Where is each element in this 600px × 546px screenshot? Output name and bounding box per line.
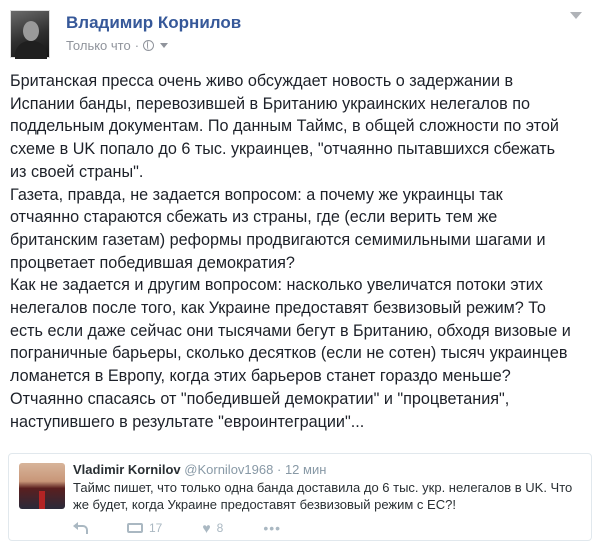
- reply-icon: [73, 522, 88, 534]
- tweet-handle[interactable]: @Kornilov1968: [184, 462, 273, 477]
- reply-button[interactable]: [73, 522, 88, 534]
- post-line: наступившего в результате "евроинтеграци…: [10, 412, 365, 431]
- post-line: Отчаянно спасаясь от "победившей демокра…: [10, 389, 510, 408]
- avatar-face: [23, 21, 39, 41]
- post-line: Британская пресса очень живо обсуждает н…: [10, 72, 514, 90]
- post-meta: Только что ·: [66, 38, 169, 53]
- avatar-shoulders: [15, 41, 47, 59]
- post-line: есть если даже сейчас они тысячами бегут…: [10, 321, 571, 340]
- post-line: процветает победившая демократия?: [10, 253, 295, 272]
- post-options-chevron-icon[interactable]: [568, 12, 584, 22]
- post-line: нелегалов после того, как Украине предос…: [10, 299, 546, 318]
- tweet-avatar[interactable]: [19, 463, 65, 509]
- caret-down-icon[interactable]: [160, 43, 169, 48]
- retweet-icon: [127, 523, 143, 533]
- post-line: ломанется в Европу, когда этих барьеров …: [10, 367, 511, 386]
- heart-icon: ♥: [202, 520, 211, 536]
- globe-icon[interactable]: [143, 40, 155, 51]
- embedded-tweet[interactable]: Vladimir Kornilov @Kornilov1968 · 12 мин…: [8, 453, 592, 541]
- retweet-button[interactable]: 17: [127, 521, 162, 535]
- like-button[interactable]: ♥ 8: [202, 521, 223, 535]
- tweet-actions: 17 ♥ 8 •••: [73, 520, 321, 536]
- author-name[interactable]: Владимир Корнилов: [66, 13, 241, 33]
- post-line: поддельным документам. По данным Таймс, …: [10, 117, 559, 136]
- author-avatar[interactable]: [10, 10, 50, 59]
- post-line: британским газетам) реформы продвигаются…: [10, 230, 546, 249]
- post-line: Газета, правда, не задается вопросом: а …: [10, 185, 503, 204]
- post-line: схеме в UK попало до 6 тыс. украинцев, "…: [10, 140, 556, 159]
- tweet-separator: ·: [276, 462, 282, 477]
- meta-separator: ·: [134, 38, 140, 53]
- tweet-author-line: Vladimir Kornilov @Kornilov1968 · 12 мин: [73, 462, 326, 477]
- more-icon: •••: [263, 520, 282, 536]
- post-header: Владимир Корнилов Только что ·: [10, 8, 590, 60]
- tweet-text: Таймс пишет, что только одна банда доста…: [73, 480, 573, 512]
- post-line: Испании банды, перевозившей в Британию у…: [10, 94, 531, 113]
- post-line: Как не задается и другим вопросом: наско…: [10, 276, 543, 295]
- post-line: из своей страны".: [10, 162, 144, 181]
- tweet-author-name[interactable]: Vladimir Kornilov: [73, 462, 181, 477]
- post-line: пограничные барьеры, сколько десятков (е…: [10, 344, 568, 363]
- more-button[interactable]: •••: [263, 520, 281, 536]
- post-timestamp[interactable]: Только что: [66, 38, 131, 53]
- like-count: 8: [216, 521, 224, 535]
- post-body: Британская пресса очень живо обсуждает н…: [10, 70, 594, 433]
- tweet-time[interactable]: 12 мин: [285, 462, 326, 477]
- post-line: отчаянно стараются сбежать из страны, гд…: [10, 208, 498, 227]
- avatar-tie: [39, 491, 45, 509]
- retweet-count: 17: [149, 521, 163, 535]
